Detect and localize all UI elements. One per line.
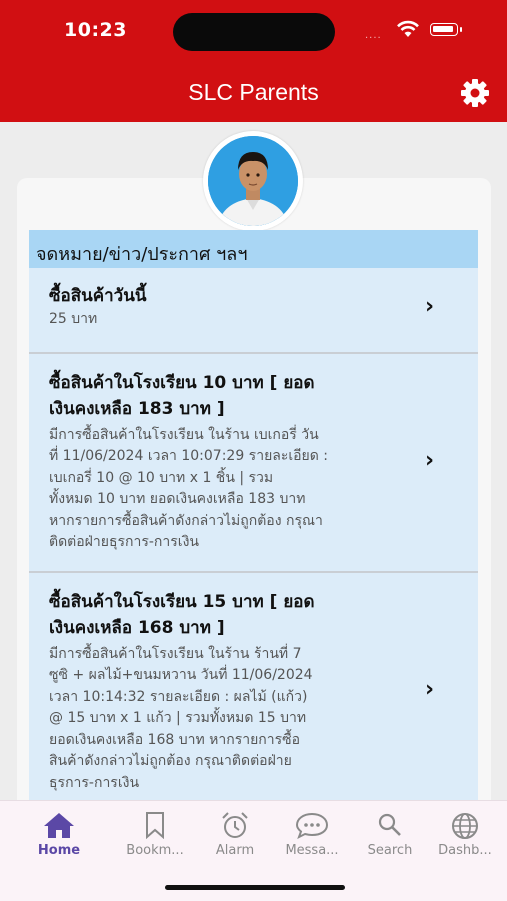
item-description-line: ทั้งหมด 10 บาท ยอดเงินคงเหลือ 183 บาท [49, 491, 306, 507]
wifi-icon [396, 20, 420, 42]
dynamic-island [173, 13, 335, 51]
section-header: จดหมาย/ข่าว/ประกาศ ฯลฯ [29, 230, 478, 268]
app-title: SLC Parents [188, 79, 319, 105]
item-description-line: มีการซื้อสินค้าในโรงเรียน ในร้าน เบเกอรี… [49, 427, 319, 443]
tab-label: Dashb... [438, 843, 492, 858]
chevron-right-icon[interactable]: › [425, 294, 434, 319]
item-title-line: ซื้อสินค้าในโรงเรียน 10 บาท [ ยอด [49, 373, 315, 393]
bookmark-icon [113, 811, 197, 841]
item-description-line: ที่ 11/06/2024 เวลา 10:07:29 รายละเอียด … [49, 448, 329, 464]
battery-icon [430, 23, 462, 36]
tab-label: Home [37, 843, 81, 858]
item-description-line: ซูซิ + ผลไม้+ขนมหวาน วันที่ 11/06/2024 [49, 667, 313, 683]
alarm-icon [193, 811, 277, 841]
student-avatar[interactable] [203, 131, 303, 231]
tab-label: Alarm [215, 843, 255, 858]
item-title-line: ซื้อสินค้าในโรงเรียน 15 บาท [ ยอด [49, 592, 315, 612]
section-title: จดหมาย/ข่าว/ประกาศ ฯลฯ [36, 244, 248, 265]
item-title: ซื้อสินค้าวันนี้ [49, 286, 147, 306]
chevron-right-icon[interactable]: › [425, 677, 434, 702]
item-description-line: สินค้าดังกล่าวไม่ถูกต้อง กรุณาติดต่อฝ่าย [49, 753, 292, 769]
item-description-line: เบเกอรี่ 10 @ 10 บาท x 1 ชิ้น | รวม [49, 470, 274, 486]
globe-icon [423, 811, 507, 841]
item-description-line: หากรายการซื้อสินค้าดังกล่าวไม่ถูกต้อง กร… [49, 513, 323, 529]
list-item[interactable]: ซื้อสินค้าในโรงเรียน 10 บาท [ ยอด เงินคง… [29, 354, 478, 571]
item-title-line: เงินคงเหลือ 183 บาท ] [49, 399, 225, 419]
item-description-line: มีการซื้อสินค้าในโรงเรียน ในร้าน ร้านที่… [49, 646, 302, 662]
status-bar: 10:23 .... [0, 0, 507, 62]
gear-icon [461, 79, 489, 107]
tab-dashboard[interactable]: Dashb... [423, 805, 507, 861]
tab-bookmarks[interactable]: Bookm... [113, 805, 197, 861]
app-header: SLC Parents [0, 62, 507, 122]
tab-messages[interactable]: Messa... [270, 805, 354, 861]
list-item[interactable]: ซื้อสินค้าวันนี้ 25 บาท › [29, 268, 478, 352]
item-description: 25 บาท [49, 311, 98, 327]
item-description-line: @ 15 บาท x 1 แก้ว | รวมทั้งหมด 15 บาท [49, 710, 307, 726]
tab-label: Search [367, 843, 413, 858]
message-icon [270, 811, 354, 841]
item-description-line: ติดต่อฝ่ายธุรการ-การเงิน [49, 534, 199, 550]
tab-label: Messa... [285, 843, 339, 858]
settings-button[interactable] [458, 76, 492, 110]
tab-alarm[interactable]: Alarm [193, 805, 277, 861]
list-item[interactable]: ซื้อสินค้าในโรงเรียน 15 บาท [ ยอด เงินคง… [29, 573, 478, 800]
tab-home[interactable]: Home [17, 805, 101, 861]
search-icon [348, 811, 432, 841]
status-time: 10:23 [64, 19, 127, 41]
tab-label: Bookm... [126, 843, 184, 858]
notification-list[interactable]: ซื้อสินค้าวันนี้ 25 บาท › ซื้อสินค้าในโร… [29, 268, 478, 800]
student-photo [208, 136, 298, 226]
item-title-line: เงินคงเหลือ 168 บาท ] [49, 618, 225, 638]
home-icon [17, 811, 101, 841]
item-description-line: ธุรการ-การเงิน [49, 775, 140, 791]
item-description-line: เวลา 10:14:32 รายละเอียด : ผลไม้ (แก้ว) [49, 689, 308, 705]
item-description-line: ยอดเงินคงเหลือ 168 บาท หากรายการซื้อ [49, 732, 301, 748]
tab-search[interactable]: Search [348, 805, 432, 861]
chevron-right-icon[interactable]: › [425, 448, 434, 473]
home-indicator [165, 885, 345, 890]
signal-icon: .... [365, 30, 382, 41]
